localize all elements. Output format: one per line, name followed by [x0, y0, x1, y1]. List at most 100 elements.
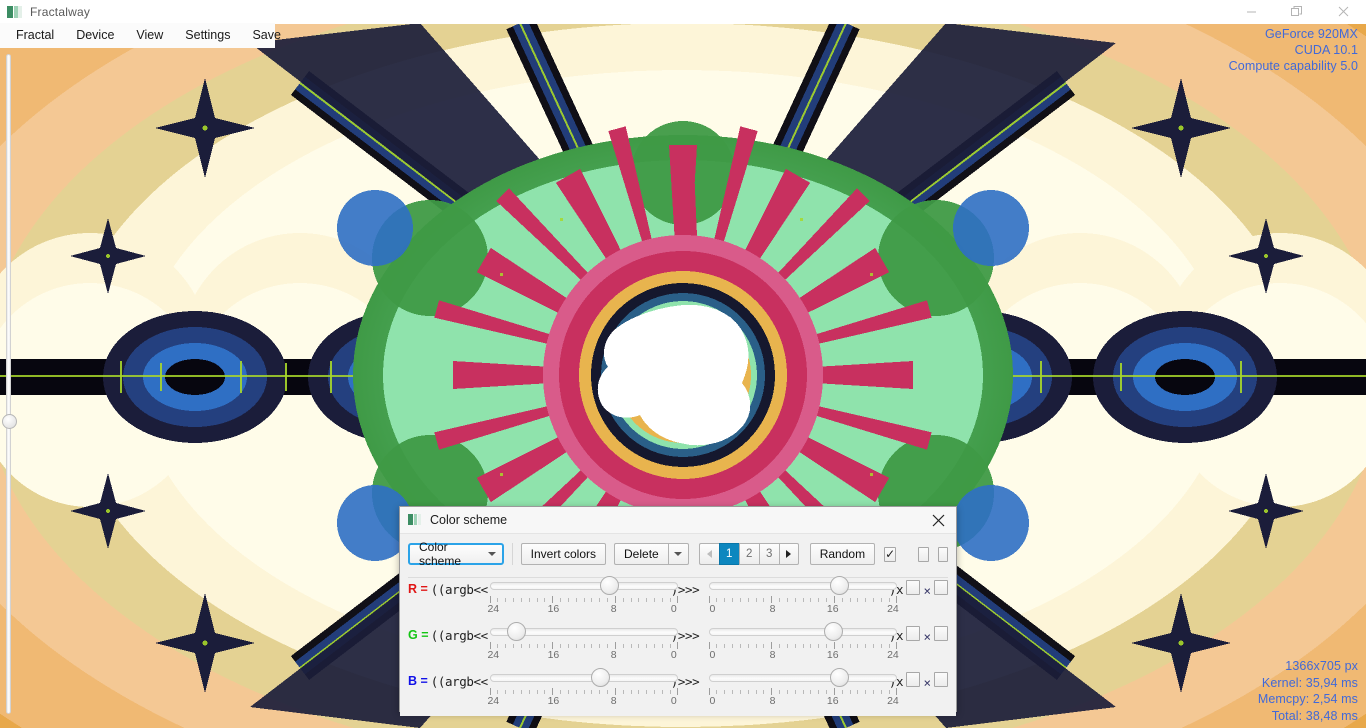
slider-handle[interactable] — [829, 668, 849, 687]
dialog-toolbar: Color scheme Invert colors Delete 1 2 3 — [400, 537, 956, 571]
gpu-info-overlay: GeForce 920MX CUDA 10.1 Compute capabili… — [1229, 26, 1358, 74]
expr-times-b: × — [923, 675, 931, 690]
menu-device[interactable]: Device — [65, 25, 125, 46]
zoom-slider[interactable] — [2, 54, 17, 714]
memcpy-time-label: Memcpy: 2,54 ms — [1257, 692, 1358, 706]
menu-save[interactable]: Save — [241, 25, 292, 46]
shift-right-slider-r[interactable]: 0 8 16 24 — [708, 575, 899, 620]
channel-g-checkbox-2[interactable] — [933, 626, 949, 641]
tick-label: 16 — [826, 695, 839, 707]
auto-apply-checkbox[interactable]: ✓ — [884, 546, 897, 562]
channel-row-g: G = ((argb<< 24 16 8 0)>>> 0 8 16 24)x… — [400, 621, 956, 667]
slider-handle[interactable] — [507, 622, 527, 641]
tick-label: 8 — [610, 603, 617, 615]
close-icon[interactable] — [920, 507, 956, 533]
tick-label: 16 — [826, 603, 839, 615]
total-time-label: Total: 38,48 ms — [1271, 708, 1358, 723]
color-scheme-dialog: Color scheme Color scheme Invert colors … — [399, 506, 957, 716]
slider-handle[interactable] — [599, 576, 619, 595]
menu-settings[interactable]: Settings — [174, 25, 241, 46]
delete-dropdown-button[interactable] — [667, 543, 689, 565]
channel-row-r: R = ((argb<< 24 16 8 0)>>> 0 8 16 24)x… — [400, 575, 956, 621]
toolbar-option-2-checkbox[interactable] — [918, 546, 929, 562]
zoom-slider-handle[interactable] — [2, 414, 17, 429]
tick-label: 8 — [610, 649, 617, 661]
slider-ticks — [708, 596, 897, 603]
resolution-label: 1366x705 px — [1285, 659, 1358, 673]
channel-row-b: B = ((argb<< 24 16 8 0)>>> 0 8 16 24)x… — [400, 667, 956, 713]
toolbar-divider — [512, 543, 513, 565]
scheme-pager: 1 2 3 — [698, 543, 799, 565]
tick-label: 8 — [769, 649, 776, 661]
close-icon[interactable] — [1320, 0, 1366, 23]
shift-left-slider-g[interactable]: 24 16 8 0 — [487, 621, 678, 666]
channel-g-checkbox-1[interactable] — [906, 626, 921, 641]
restore-icon[interactable] — [1274, 0, 1320, 23]
expr-left-g: ((argb<< — [430, 628, 488, 643]
app-icon — [7, 5, 23, 19]
shift-right-slider-g[interactable]: 0 8 16 24 — [708, 621, 899, 666]
pager-page-1[interactable]: 1 — [718, 543, 739, 565]
slider-tick-labels: 24 16 8 0 — [487, 649, 678, 663]
slider-ticks — [489, 642, 678, 649]
slider-track[interactable] — [708, 628, 897, 636]
zoom-slider-track[interactable] — [6, 54, 11, 714]
expr-left-b: ((argb<< — [430, 674, 488, 689]
channel-r-checkbox-2[interactable] — [933, 580, 949, 595]
tick-label: 0 — [709, 603, 716, 615]
cuda-version: CUDA 10.1 — [1294, 43, 1358, 57]
delete-button[interactable]: Delete — [614, 543, 668, 565]
app-icon — [408, 514, 422, 526]
slider-tick-labels: 0 8 16 24 — [709, 603, 899, 617]
pager-next-button[interactable] — [778, 543, 799, 565]
shift-left-slider-r[interactable]: 24 16 8 0 — [487, 575, 678, 620]
channel-label-r: R = — [408, 582, 428, 596]
application-window: GeForce 920MX CUDA 10.1 Compute capabili… — [0, 0, 1366, 728]
tick-label: 0 — [670, 603, 677, 615]
slider-handle[interactable] — [591, 668, 611, 687]
channel-label-g: G = — [408, 628, 429, 642]
slider-tick-labels: 24 16 8 0 — [487, 695, 678, 709]
check-icon: ✓ — [885, 547, 896, 561]
color-scheme-dropdown[interactable]: Color scheme — [408, 540, 504, 568]
tick-label: 8 — [610, 695, 617, 707]
slider-ticks — [489, 596, 678, 603]
tick-label: 16 — [547, 649, 560, 661]
slider-track[interactable] — [708, 582, 897, 590]
slider-track[interactable] — [489, 674, 678, 682]
dialog-title: Color scheme — [430, 513, 508, 527]
tick-label: 24 — [887, 649, 899, 661]
pager-page-3[interactable]: 3 — [758, 543, 779, 565]
invert-colors-button[interactable]: Invert colors — [520, 543, 607, 565]
tick-label: 8 — [769, 603, 776, 615]
slider-ticks — [708, 688, 897, 695]
slider-handle[interactable] — [829, 576, 849, 595]
expr-times-g: × — [923, 629, 931, 644]
channel-b-checkbox-2[interactable] — [933, 672, 949, 687]
shift-right-slider-b[interactable]: 0 8 16 24 — [708, 667, 899, 712]
pager-prev-button[interactable] — [698, 543, 719, 565]
kernel-time-label: Kernel: 35,94 ms — [1261, 675, 1358, 690]
tick-label: 16 — [547, 695, 560, 707]
tick-label: 8 — [769, 695, 776, 707]
random-button[interactable]: Random — [809, 543, 876, 565]
tick-label: 16 — [547, 603, 560, 615]
minimize-icon[interactable] — [1228, 0, 1274, 23]
channel-b-checkbox-1[interactable] — [906, 672, 921, 687]
slider-track[interactable] — [708, 674, 897, 682]
menubar: Fractal Device View Settings Save — [0, 23, 281, 48]
channel-r-checkbox-1[interactable] — [906, 580, 921, 595]
menu-view[interactable]: View — [125, 25, 174, 46]
slider-tick-labels: 0 8 16 24 — [709, 649, 899, 663]
slider-handle[interactable] — [824, 622, 844, 641]
tick-label: 16 — [826, 649, 839, 661]
menu-fractal[interactable]: Fractal — [5, 25, 65, 46]
slider-track[interactable] — [489, 582, 678, 590]
chevron-down-icon — [674, 552, 683, 556]
toolbar-option-3-checkbox[interactable] — [937, 546, 948, 562]
compute-capability: Compute capability 5.0 — [1228, 59, 1358, 73]
slider-ticks — [489, 688, 678, 695]
shift-left-slider-b[interactable]: 24 16 8 0 — [487, 667, 678, 712]
pager-page-2[interactable]: 2 — [738, 543, 759, 565]
tick-label: 24 — [887, 603, 899, 615]
